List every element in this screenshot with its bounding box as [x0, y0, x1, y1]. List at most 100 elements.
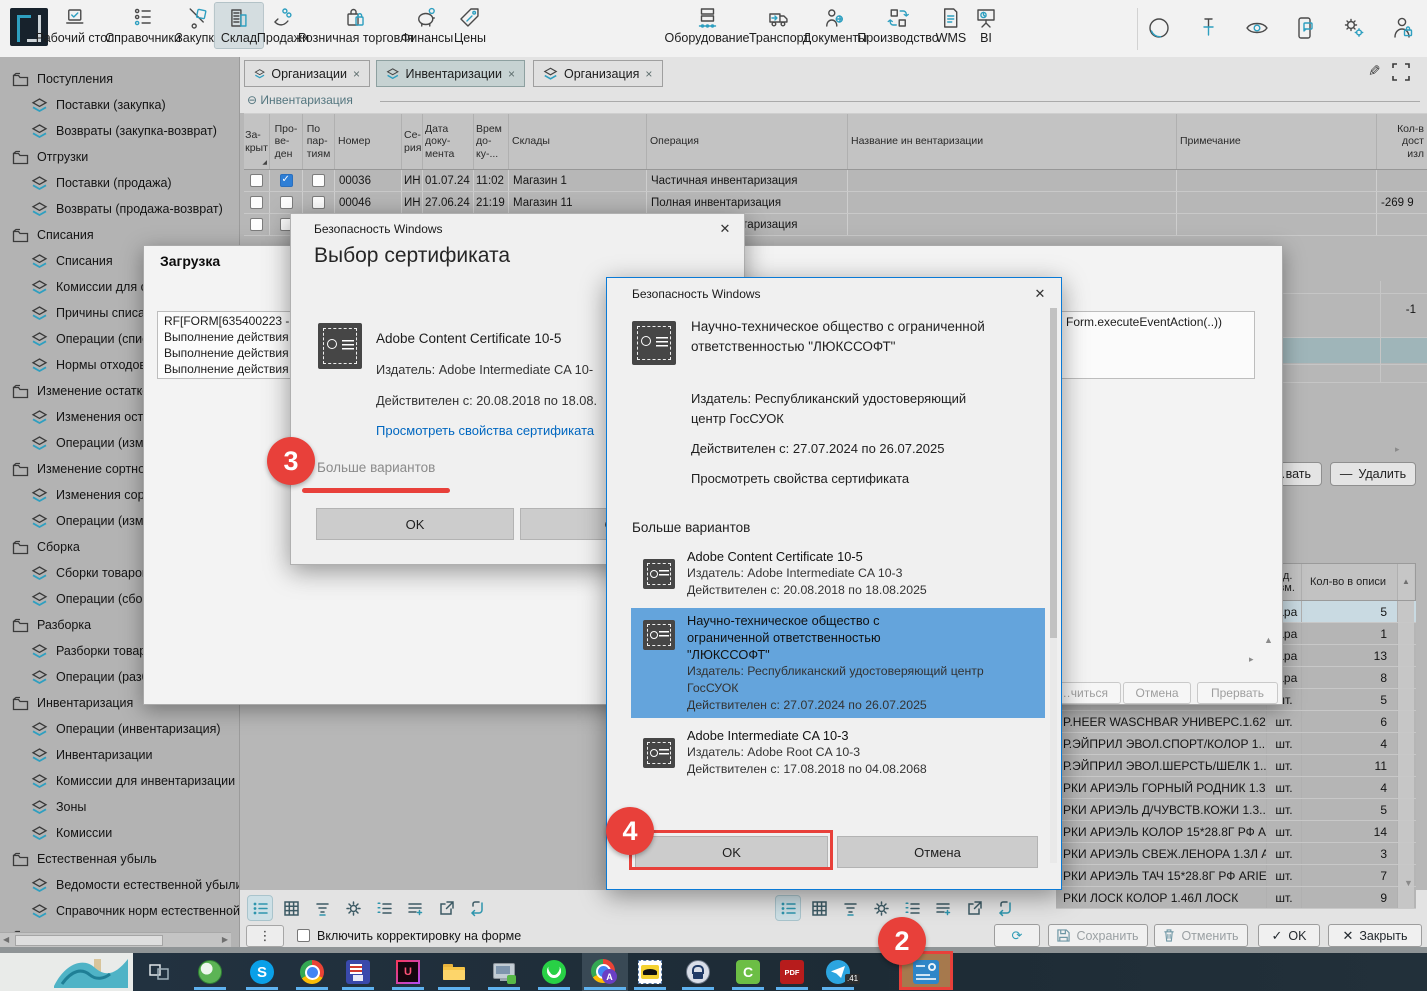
menu-equipment[interactable]: Оборудование [658, 3, 755, 48]
sidebar-item[interactable]: Комиссии для инвентаризации [0, 768, 239, 794]
scrollbar-thumb[interactable] [1050, 308, 1057, 638]
column-header[interactable]: Операция [647, 114, 848, 169]
dialog-scrollbar[interactable] [1050, 308, 1057, 863]
browser-globe-icon[interactable] [198, 960, 222, 984]
scrollbar-track[interactable] [1398, 667, 1414, 688]
add-row-icon[interactable] [931, 896, 955, 920]
refresh-button[interactable]: ⟳ [994, 924, 1040, 947]
view-properties-link[interactable]: Просмотреть свойства сертификата [376, 423, 594, 438]
view-properties-link[interactable]: Просмотреть свойства сертификата [691, 469, 909, 489]
save-button[interactable]: Сохранить [1048, 924, 1148, 947]
scrollbar-track[interactable] [1398, 623, 1414, 644]
scrollbar-track[interactable] [1398, 821, 1414, 842]
product-row[interactable]: РКИ АРИЭЛЬ Д/ЧУВСТВ.КОЖИ 1.3... шт. 5 [1056, 799, 1416, 821]
scroll-right-icon[interactable]: ▸ [1395, 445, 1400, 454]
ok-button[interactable]: OK [316, 508, 514, 540]
menu-wms[interactable]: WMS [930, 3, 973, 48]
product-row[interactable]: Р.ЭЙПРИЛ ЭВОЛ.ШЕРСТЬ/ШЕЛК 1... шт. 11 [1056, 755, 1416, 777]
scroll-down-icon[interactable]: ▼ [1404, 879, 1413, 888]
abort-button[interactable]: Прервать [1197, 682, 1278, 704]
camtasia-icon[interactable]: C [736, 960, 760, 984]
scrollbar-track[interactable] [1398, 689, 1414, 710]
scrollbar-track[interactable] [1398, 711, 1414, 732]
more-options-button[interactable]: ⋮ [246, 925, 284, 947]
product-row[interactable]: РКИ АРИЭЛЬ КОЛОР 15*28.8Г РФ А... шт. 14 [1056, 821, 1416, 843]
sidebar-item[interactable]: Поставки (продажа) [0, 170, 239, 196]
scrollbar-track[interactable] [1398, 887, 1414, 908]
tab-inventories[interactable]: Инвентаризации× [376, 60, 525, 87]
tab-organization[interactable]: Организация× [533, 60, 663, 87]
sidebar-item[interactable]: Зоны [0, 794, 239, 820]
scrollbar-track[interactable] [1398, 601, 1414, 622]
tab-close-icon[interactable]: × [353, 67, 360, 81]
sidebar-item[interactable]: Поставки (закупка) [0, 92, 239, 118]
scrollbar-track[interactable]: ▲ [1398, 564, 1414, 600]
cancel-button[interactable]: Отмена [837, 836, 1038, 868]
pdf-editor-icon[interactable]: PDF [780, 960, 804, 984]
column-header[interactable]: Номер [335, 114, 402, 169]
fullscreen-icon[interactable] [1392, 63, 1410, 81]
remote-desktop-icon[interactable] [492, 960, 516, 984]
export-icon[interactable] [434, 896, 458, 920]
floppy-app-icon[interactable] [346, 960, 370, 984]
product-row[interactable]: РКИ АРИЭЛЬ ГОРНЫЙ РОДНИК 1.3... шт. 4 [1056, 777, 1416, 799]
column-header[interactable]: За- крыт◢ [244, 114, 270, 169]
column-header[interactable]: Склады [509, 114, 647, 169]
menu-prices[interactable]: Цены [448, 3, 492, 48]
numbered-list-icon[interactable] [372, 896, 396, 920]
pin-icon[interactable] [1195, 15, 1221, 41]
column-header[interactable]: Се- рия [402, 114, 423, 169]
export-icon[interactable] [962, 896, 986, 920]
sidebar-item[interactable]: Ведомости естественной убыли [0, 872, 239, 898]
add-row-icon[interactable] [403, 896, 427, 920]
thebat-icon[interactable] [638, 960, 662, 984]
scrollbar-thumb[interactable] [15, 935, 163, 946]
sidebar-item[interactable]: Комиссии [0, 820, 239, 846]
intellij-icon[interactable]: U [396, 960, 420, 984]
correction-checkbox[interactable] [297, 929, 310, 942]
more-options-link[interactable]: Больше вариантов [317, 460, 435, 475]
close-icon[interactable]: ✕ [1031, 285, 1049, 303]
scrollbar-track[interactable] [1398, 799, 1414, 820]
sidebar-item[interactable]: Возвраты (продажа-возврат) [0, 196, 239, 222]
table-row[interactable]: 00046 ИН 27.06.24 21:19 Магазин 11 Полна… [244, 192, 1427, 214]
task-view-icon[interactable] [147, 960, 171, 984]
chrome-profile-tile[interactable]: A [582, 953, 628, 991]
column-header[interactable]: По пар- тиям [303, 114, 335, 169]
chrome-icon[interactable] [300, 960, 324, 984]
byparty-checkbox[interactable] [312, 174, 325, 187]
scroll-left-icon[interactable]: ◀ [3, 936, 9, 944]
tab-close-icon[interactable]: × [645, 67, 652, 81]
file-explorer-icon[interactable] [442, 960, 466, 984]
grid-view-icon[interactable] [279, 896, 303, 920]
sidebar-item[interactable]: Инвентаризации [0, 742, 239, 768]
sidebar-item[interactable]: Справочник норм естественной убыли [0, 898, 239, 924]
sidebar-item[interactable]: Поступления [0, 66, 239, 92]
phone-chat-icon[interactable] [1292, 15, 1318, 41]
scrollbar-track[interactable] [1398, 645, 1414, 666]
column-header[interactable]: Примечание [1177, 114, 1377, 169]
reload-icon[interactable] [993, 896, 1017, 920]
column-header[interactable]: Название ин вентаризации [848, 114, 1177, 169]
reload-icon[interactable] [465, 896, 489, 920]
certificate-list-item[interactable]: Adobe Intermediate CA 10-3 Издатель: Ado… [631, 723, 1045, 782]
table-row[interactable]: 00036 ИН 01.07.24 11:02 Магазин 1 Частич… [244, 170, 1427, 192]
closed-checkbox[interactable] [250, 218, 263, 231]
delete-button[interactable]: —Удалить [1330, 462, 1416, 486]
skype-icon[interactable]: S [250, 960, 274, 984]
edit-pencil-icon[interactable]: ✎ [1368, 62, 1381, 80]
eye-icon[interactable] [1244, 15, 1270, 41]
filter-icon[interactable] [310, 896, 334, 920]
start-button[interactable] [0, 953, 133, 991]
filter-icon[interactable] [838, 896, 862, 920]
selected-grid-row[interactable] [1280, 338, 1427, 363]
close-button[interactable]: ✕Закрыть [1328, 924, 1422, 947]
scrollbar-track[interactable] [1398, 843, 1414, 864]
scroll-up-icon[interactable]: ▲ [1402, 578, 1410, 586]
sidebar-item[interactable]: Отгрузки [0, 144, 239, 170]
sidebar-item[interactable]: Операции (инвентаризация) [0, 716, 239, 742]
sidebar-item[interactable]: Возвраты (закупка-возврат) [0, 118, 239, 144]
certificate-list-item[interactable]: Научно-техническое общество с ограниченн… [631, 608, 1045, 718]
whatsapp-icon[interactable] [542, 960, 566, 984]
user-lock-icon[interactable] [1390, 15, 1416, 41]
